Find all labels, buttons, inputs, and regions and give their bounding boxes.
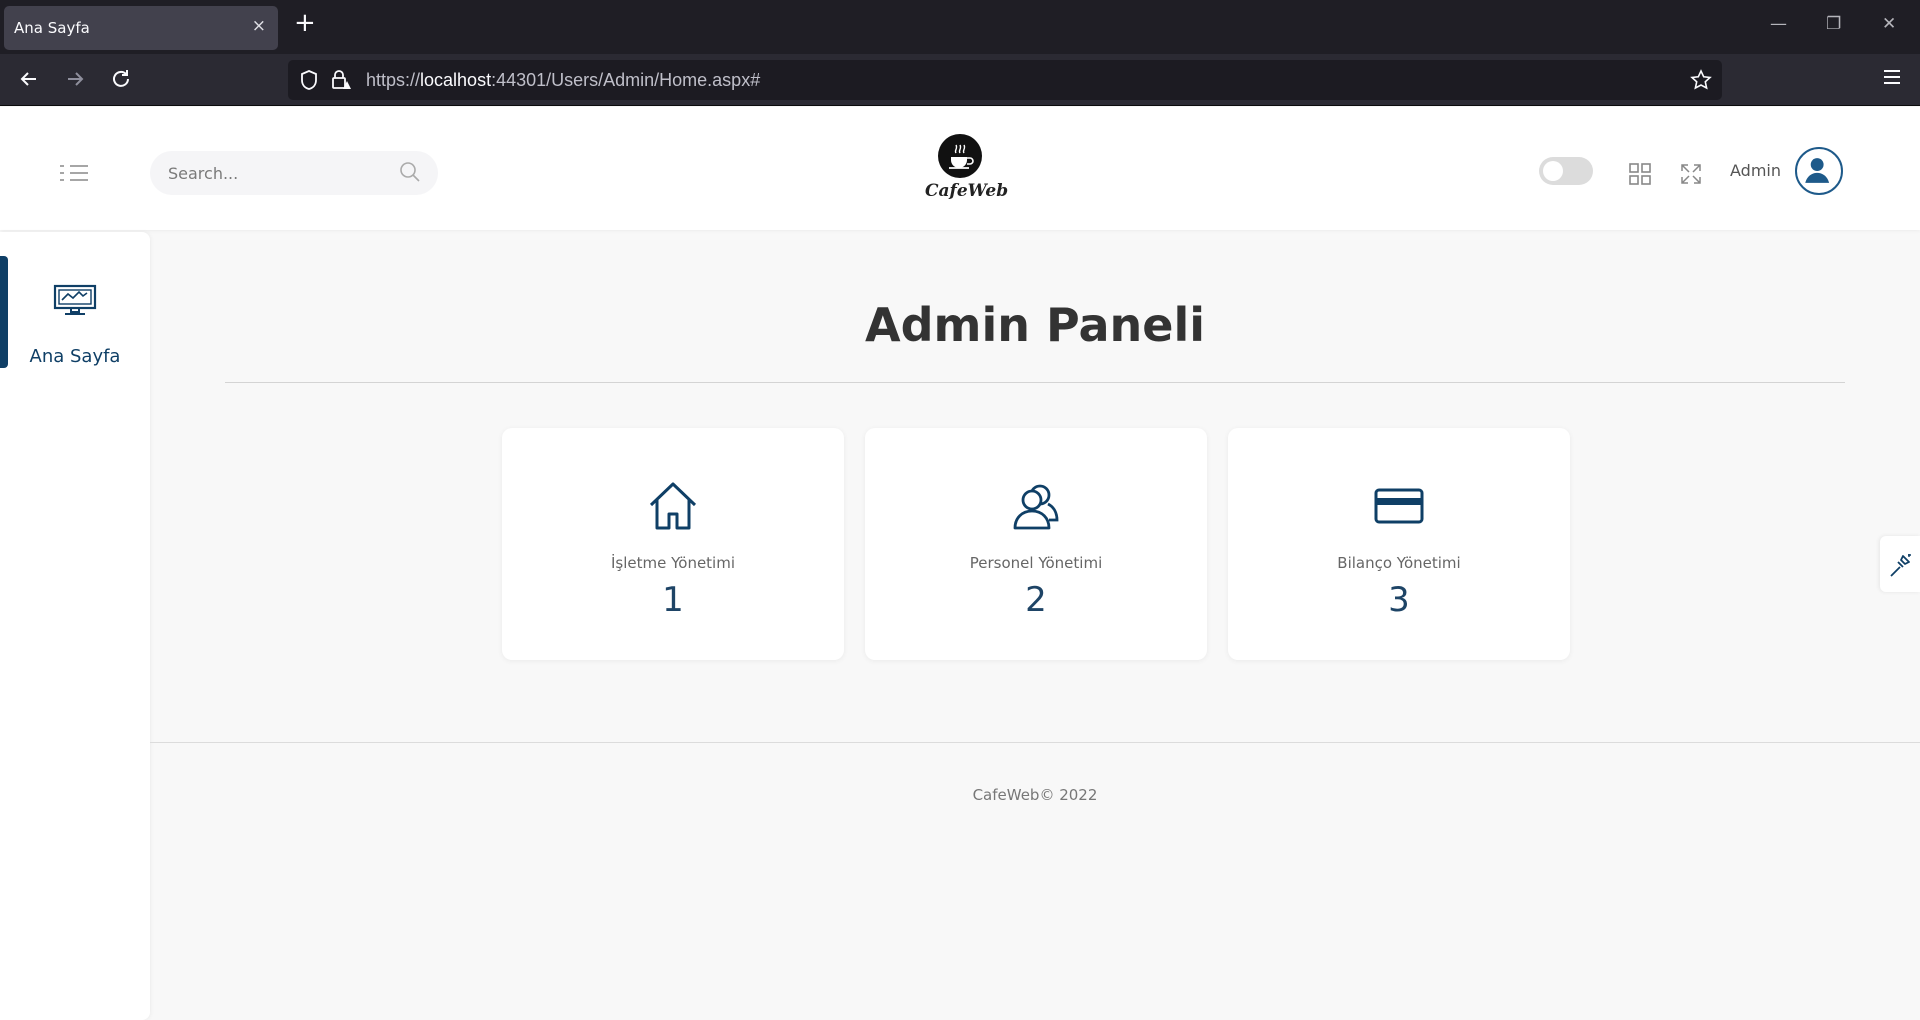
footer-text: CafeWeb© 2022 [972, 786, 1098, 804]
search-input[interactable] [168, 161, 388, 185]
card-number: 3 [1388, 580, 1410, 620]
credit-card-icon [1374, 488, 1424, 524]
browser-tab-title: Ana Sayfa [14, 19, 90, 37]
browser-tab-bar: Ana Sayfa × + — ❐ ✕ [0, 0, 1920, 54]
url-path: :44301/Users/Admin/Home.aspx# [491, 70, 761, 90]
search-icon[interactable] [398, 160, 422, 184]
users-icon [1013, 484, 1059, 530]
card-label: İşletme Yönetimi [610, 554, 736, 572]
close-tab-icon[interactable]: × [252, 16, 266, 36]
new-tab-button[interactable]: + [294, 10, 316, 36]
forward-icon[interactable] [62, 66, 88, 92]
card-number: 1 [662, 580, 684, 620]
footer-divider [150, 742, 1920, 743]
user-avatar-icon[interactable] [1795, 147, 1843, 195]
fullscreen-icon[interactable] [1680, 163, 1702, 185]
card-label: Bilanço Yönetimi [1337, 554, 1461, 572]
page-title: Admin Paneli [865, 298, 1205, 352]
lock-warning-icon[interactable] [330, 69, 352, 91]
monitor-chart-icon [53, 284, 97, 315]
apps-grid-icon[interactable] [1629, 163, 1651, 185]
search-box [150, 151, 438, 195]
logo[interactable]: CafeWeb [925, 133, 1009, 213]
app-header: CafeWeb Admin [0, 107, 1920, 230]
sidebar-item-label: Ana Sayfa [29, 346, 121, 367]
browser-tab[interactable]: Ana Sayfa × [4, 6, 278, 50]
back-icon[interactable] [16, 66, 42, 92]
reload-icon[interactable] [108, 66, 134, 92]
bookmark-star-icon[interactable] [1690, 69, 1712, 91]
pin-wand-icon [1890, 554, 1911, 577]
url-text[interactable]: https://localhost:44301/Users/Admin/Home… [366, 70, 760, 91]
hamburger-menu-icon[interactable] [1882, 68, 1902, 86]
user-name[interactable]: Admin [1730, 161, 1781, 180]
restore-icon[interactable]: ❐ [1826, 14, 1841, 34]
toggle-knob [1543, 161, 1563, 181]
menu-toggle-icon[interactable] [58, 163, 90, 183]
url-bar[interactable]: https://localhost:44301/Users/Admin/Home… [288, 60, 1722, 100]
card-number: 2 [1025, 580, 1047, 620]
sidebar: Ana Sayfa [0, 232, 150, 1020]
sidebar-item-ana-sayfa[interactable]: Ana Sayfa [0, 256, 150, 368]
logo-text: CafeWeb [925, 181, 1009, 201]
window-close-icon[interactable]: ✕ [1882, 14, 1896, 34]
coffee-cup-icon [938, 134, 982, 178]
url-host: localhost [420, 70, 492, 90]
theme-toggle[interactable] [1539, 157, 1593, 185]
browser-nav-bar: https://localhost:44301/Users/Admin/Home… [0, 54, 1920, 106]
minimize-icon[interactable]: — [1770, 14, 1787, 34]
url-scheme: https:// [366, 70, 421, 90]
title-divider [225, 382, 1845, 383]
card-label: Personel Yönetimi [969, 554, 1103, 572]
shield-icon[interactable] [298, 69, 320, 91]
card-isletme-yonetimi[interactable]: İşletme Yönetimi 1 [502, 428, 844, 660]
home-icon [649, 482, 697, 530]
customizer-tab[interactable] [1880, 536, 1920, 592]
card-personel-yonetimi[interactable]: Personel Yönetimi 2 [865, 428, 1207, 660]
card-bilanco-yonetimi[interactable]: Bilanço Yönetimi 3 [1228, 428, 1570, 660]
